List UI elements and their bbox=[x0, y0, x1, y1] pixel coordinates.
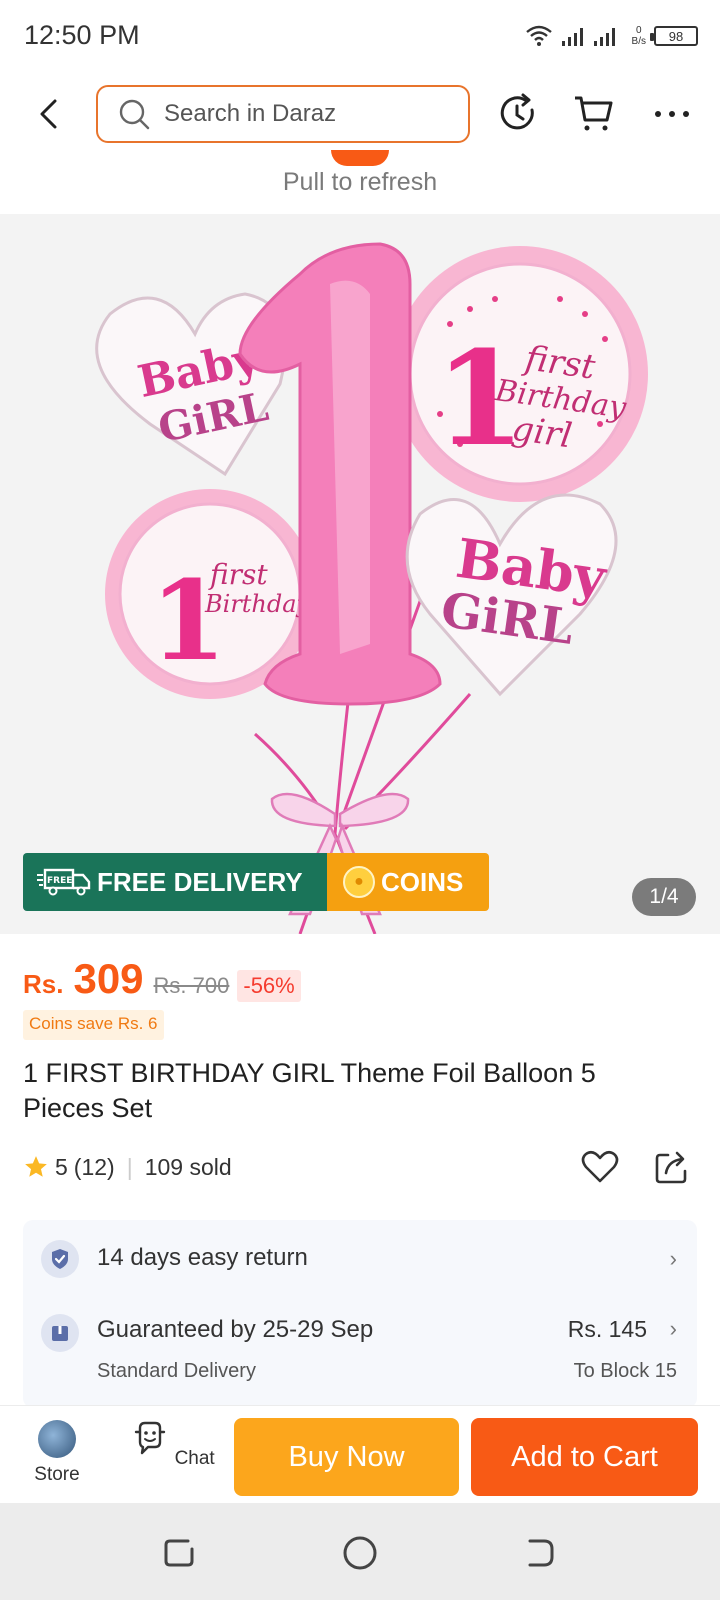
package-icon bbox=[41, 1314, 79, 1352]
back-arrow-icon[interactable] bbox=[30, 94, 70, 134]
search-input[interactable]: Search in Daraz bbox=[96, 85, 470, 143]
round-text-3: girl bbox=[510, 409, 575, 457]
coins-text: COINS bbox=[381, 866, 464, 897]
free-delivery-badge: FREE FREE DELIVERY bbox=[23, 853, 327, 911]
cart-icon[interactable] bbox=[572, 92, 616, 136]
round-text-4: first bbox=[208, 558, 268, 591]
shipping-price: Rs. 145 bbox=[567, 1316, 647, 1342]
discount-badge: -56% bbox=[237, 970, 301, 1002]
free-delivery-text: FREE DELIVERY bbox=[97, 866, 303, 897]
wifi-icon bbox=[525, 25, 552, 46]
rating-divider: | bbox=[126, 1153, 133, 1180]
rating-value: 5 bbox=[55, 1153, 68, 1180]
chat-button[interactable]: Chat bbox=[128, 1416, 218, 1470]
guarantee-text: Guaranteed by 25-29 Sep bbox=[97, 1316, 374, 1343]
free-icon-text: FREE bbox=[47, 876, 72, 886]
chevron-right-icon: › bbox=[669, 1246, 677, 1271]
search-placeholder: Search in Daraz bbox=[164, 100, 337, 127]
recent-apps-icon[interactable] bbox=[160, 1533, 200, 1573]
heart-wishlist-icon[interactable] bbox=[580, 1147, 620, 1187]
return-text: 14 days easy return bbox=[97, 1244, 308, 1271]
balloon-set-image: Baby GiRL 1 first Birthday girl 1 first … bbox=[95, 242, 648, 934]
signal-icon bbox=[561, 28, 615, 46]
net-speed: 0 B/s bbox=[632, 25, 646, 47]
star-icon bbox=[25, 1156, 47, 1177]
status-time: 12:50 PM bbox=[24, 20, 140, 50]
battery-icon: 98 bbox=[650, 26, 698, 46]
shield-check-icon bbox=[41, 1240, 79, 1278]
sold-count: 109 sold bbox=[144, 1153, 232, 1180]
history-icon[interactable] bbox=[496, 92, 540, 136]
refresh-indicator bbox=[331, 150, 389, 166]
system-navigation-bar bbox=[0, 1503, 720, 1600]
delivery-row[interactable]: Guaranteed by 25-29 Sep Standard Deliver… bbox=[23, 1300, 697, 1408]
chevron-right-icon-2: › bbox=[669, 1316, 677, 1341]
bottom-action-bar: Store Chat Buy Now Add to Cart bbox=[0, 1405, 720, 1503]
battery-level: 98 bbox=[668, 28, 684, 44]
share-icon[interactable] bbox=[652, 1147, 692, 1187]
currency-label: Rs. bbox=[23, 969, 64, 999]
price-row: Rs. 309 Rs. 700 -56% bbox=[23, 955, 301, 1005]
coins-badge: ● COINS bbox=[327, 853, 489, 911]
delivery-info-card: 14 days easy return › Guaranteed by 25-2… bbox=[23, 1220, 697, 1408]
store-label: Store bbox=[34, 1464, 80, 1485]
current-price: 309 bbox=[73, 955, 144, 1002]
rating-row[interactable]: 5 (12) | 109 sold bbox=[23, 1147, 232, 1187]
store-avatar-icon bbox=[38, 1420, 76, 1458]
delivery-truck-icon: FREE bbox=[37, 868, 91, 896]
review-count: (12) bbox=[73, 1153, 115, 1180]
ship-to-location: To Block 15 bbox=[573, 1360, 677, 1382]
chat-label: Chat bbox=[174, 1448, 215, 1469]
return-policy-row[interactable]: 14 days easy return › bbox=[23, 1220, 697, 1300]
image-page-indicator: 1/4 bbox=[632, 878, 696, 916]
round-text-5: Birthday bbox=[204, 590, 311, 618]
buy-now-button[interactable]: Buy Now bbox=[234, 1418, 459, 1496]
delivery-type: Standard Delivery bbox=[97, 1360, 256, 1382]
add-to-cart-button[interactable]: Add to Cart bbox=[471, 1418, 698, 1496]
coin-icon: ● bbox=[343, 866, 375, 898]
net-speed-value: 0 bbox=[635, 25, 642, 36]
net-speed-unit: B/s bbox=[631, 36, 646, 47]
home-circle-icon[interactable] bbox=[340, 1533, 380, 1573]
product-image-gallery[interactable]: Baby GiRL 1 first Birthday girl 1 first … bbox=[0, 214, 720, 934]
status-bar: 12:50 PM 0 B/s 98 bbox=[0, 0, 720, 72]
search-icon bbox=[119, 99, 150, 130]
promo-badges: FREE FREE DELIVERY ● COINS bbox=[23, 853, 489, 911]
pull-to-refresh-text: Pull to refresh bbox=[282, 168, 438, 196]
top-bar: Search in Daraz bbox=[0, 78, 720, 150]
chat-icon bbox=[135, 1421, 166, 1455]
original-price: Rs. 700 bbox=[153, 973, 230, 998]
back-nav-icon[interactable] bbox=[520, 1533, 560, 1573]
more-icon[interactable] bbox=[650, 92, 694, 136]
coins-save-tag: Coins save Rs. 6 bbox=[23, 1010, 164, 1040]
status-icons: 0 B/s 98 bbox=[525, 18, 698, 54]
store-button[interactable]: Store bbox=[12, 1416, 102, 1486]
pull-to-refresh: Pull to refresh bbox=[0, 150, 720, 214]
product-title: 1 FIRST BIRTHDAY GIRL Theme Foil Balloon… bbox=[23, 1058, 596, 1123]
